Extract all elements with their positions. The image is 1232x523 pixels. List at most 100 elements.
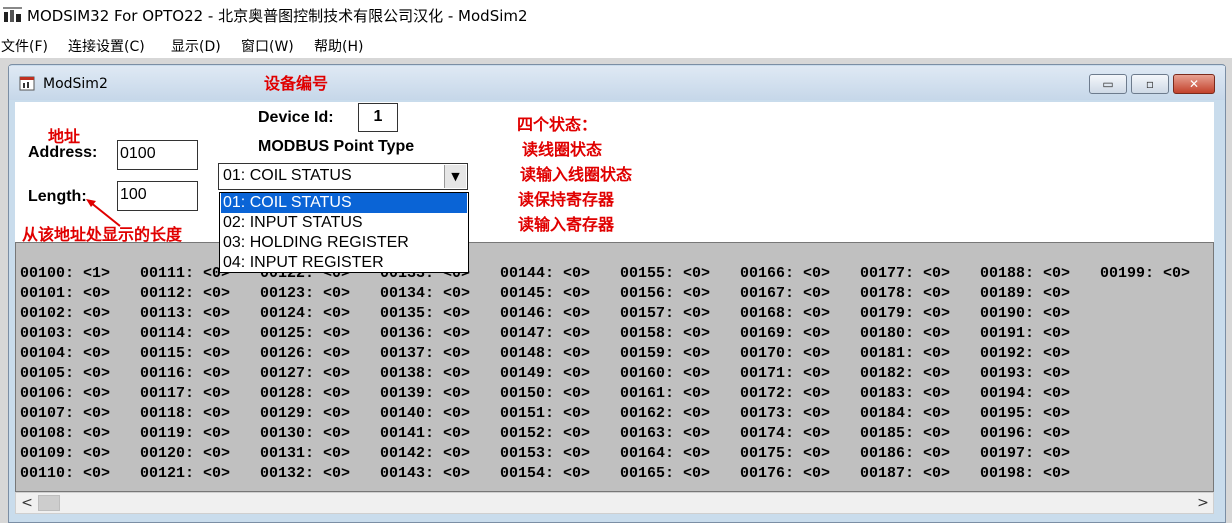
register-cell[interactable]: 00170: <0> bbox=[740, 345, 830, 362]
register-cell[interactable]: 00197: <0> bbox=[980, 445, 1070, 462]
address-field[interactable]: 0100 bbox=[117, 140, 198, 170]
register-cell[interactable]: 00156: <0> bbox=[620, 285, 710, 302]
menu-file[interactable]: 文件(F) bbox=[1, 36, 48, 56]
register-cell[interactable]: 00131: <0> bbox=[260, 445, 350, 462]
register-cell[interactable]: 00171: <0> bbox=[740, 365, 830, 382]
register-cell[interactable]: 00151: <0> bbox=[500, 405, 590, 422]
register-cell[interactable]: 00160: <0> bbox=[620, 365, 710, 382]
register-cell[interactable]: 00188: <0> bbox=[980, 265, 1070, 282]
menu-connection-settings[interactable]: 连接设置(C) bbox=[68, 36, 145, 56]
register-cell[interactable]: 00134: <0> bbox=[380, 285, 470, 302]
register-cell[interactable]: 00193: <0> bbox=[980, 365, 1070, 382]
register-cell[interactable]: 00195: <0> bbox=[980, 405, 1070, 422]
register-cell[interactable]: 00139: <0> bbox=[380, 385, 470, 402]
register-cell[interactable]: 00121: <0> bbox=[140, 465, 230, 482]
register-cell[interactable]: 00181: <0> bbox=[860, 345, 950, 362]
register-cell[interactable]: 00113: <0> bbox=[140, 305, 230, 322]
child-title-bar[interactable] bbox=[9, 66, 1225, 100]
device-id-field[interactable]: 1 bbox=[358, 103, 398, 132]
scrollbar-thumb[interactable] bbox=[38, 495, 60, 511]
register-cell[interactable]: 00126: <0> bbox=[260, 345, 350, 362]
register-cell[interactable]: 00117: <0> bbox=[140, 385, 230, 402]
register-cell[interactable]: 00189: <0> bbox=[980, 285, 1070, 302]
minimize-button[interactable]: ▭ bbox=[1089, 74, 1127, 94]
register-cell[interactable]: 00145: <0> bbox=[500, 285, 590, 302]
register-cell[interactable]: 00172: <0> bbox=[740, 385, 830, 402]
register-cell[interactable]: 00132: <0> bbox=[260, 465, 350, 482]
register-cell[interactable]: 00102: <0> bbox=[20, 305, 110, 322]
register-cell[interactable]: 00194: <0> bbox=[980, 385, 1070, 402]
register-cell[interactable]: 00103: <0> bbox=[20, 325, 110, 342]
register-cell[interactable]: 00129: <0> bbox=[260, 405, 350, 422]
register-cell[interactable]: 00116: <0> bbox=[140, 365, 230, 382]
dropdown-option-coil-status[interactable]: 01: COIL STATUS bbox=[221, 193, 467, 213]
register-cell[interactable]: 00177: <0> bbox=[860, 265, 950, 282]
register-cell[interactable]: 00105: <0> bbox=[20, 365, 110, 382]
register-cell[interactable]: 00159: <0> bbox=[620, 345, 710, 362]
register-cell[interactable]: 00178: <0> bbox=[860, 285, 950, 302]
register-cell[interactable]: 00167: <0> bbox=[740, 285, 830, 302]
register-cell[interactable]: 00146: <0> bbox=[500, 305, 590, 322]
register-cell[interactable]: 00130: <0> bbox=[260, 425, 350, 442]
register-cell[interactable]: 00115: <0> bbox=[140, 345, 230, 362]
register-cell[interactable]: 00150: <0> bbox=[500, 385, 590, 402]
register-cell[interactable]: 00161: <0> bbox=[620, 385, 710, 402]
register-cell[interactable]: 00196: <0> bbox=[980, 425, 1070, 442]
register-cell[interactable]: 00168: <0> bbox=[740, 305, 830, 322]
menu-window[interactable]: 窗口(W) bbox=[241, 36, 294, 56]
register-cell[interactable]: 00165: <0> bbox=[620, 465, 710, 482]
register-cell[interactable]: 00107: <0> bbox=[20, 405, 110, 422]
register-cell[interactable]: 00140: <0> bbox=[380, 405, 470, 422]
register-cell[interactable]: 00173: <0> bbox=[740, 405, 830, 422]
register-cell[interactable]: 00164: <0> bbox=[620, 445, 710, 462]
register-cell[interactable]: 00108: <0> bbox=[20, 425, 110, 442]
horizontal-scrollbar[interactable] bbox=[15, 492, 1214, 514]
scroll-right-icon[interactable]: > bbox=[1194, 494, 1212, 512]
register-cell[interactable]: 00144: <0> bbox=[500, 265, 590, 282]
chevron-down-icon[interactable]: ▼ bbox=[444, 165, 466, 188]
register-cell[interactable]: 00137: <0> bbox=[380, 345, 470, 362]
register-cell[interactable]: 00182: <0> bbox=[860, 365, 950, 382]
register-cell[interactable]: 00155: <0> bbox=[620, 265, 710, 282]
scroll-left-icon[interactable]: < bbox=[18, 494, 36, 512]
register-cell[interactable]: 00124: <0> bbox=[260, 305, 350, 322]
register-cell[interactable]: 00123: <0> bbox=[260, 285, 350, 302]
register-cell[interactable]: 00183: <0> bbox=[860, 385, 950, 402]
register-cell[interactable]: 00128: <0> bbox=[260, 385, 350, 402]
register-cell[interactable]: 00141: <0> bbox=[380, 425, 470, 442]
register-cell[interactable]: 00138: <0> bbox=[380, 365, 470, 382]
register-cell[interactable]: 00136: <0> bbox=[380, 325, 470, 342]
register-cell[interactable]: 00114: <0> bbox=[140, 325, 230, 342]
register-cell[interactable]: 00163: <0> bbox=[620, 425, 710, 442]
register-cell[interactable]: 00148: <0> bbox=[500, 345, 590, 362]
register-cell[interactable]: 00180: <0> bbox=[860, 325, 950, 342]
register-cell[interactable]: 00111: <0> bbox=[140, 265, 230, 282]
close-button[interactable]: ✕ bbox=[1173, 74, 1215, 94]
register-cell[interactable]: 00166: <0> bbox=[740, 265, 830, 282]
register-cell[interactable]: 00157: <0> bbox=[620, 305, 710, 322]
register-cell[interactable]: 00152: <0> bbox=[500, 425, 590, 442]
register-cell[interactable]: 00169: <0> bbox=[740, 325, 830, 342]
dropdown-option-input-status[interactable]: 02: INPUT STATUS bbox=[221, 213, 467, 233]
register-cell[interactable]: 00101: <0> bbox=[20, 285, 110, 302]
register-cell[interactable]: 00184: <0> bbox=[860, 405, 950, 422]
register-cell[interactable]: 00149: <0> bbox=[500, 365, 590, 382]
register-cell[interactable]: 00104: <0> bbox=[20, 345, 110, 362]
register-cell[interactable]: 00192: <0> bbox=[980, 345, 1070, 362]
register-cell[interactable]: 00127: <0> bbox=[260, 365, 350, 382]
register-cell[interactable]: 00187: <0> bbox=[860, 465, 950, 482]
restore-button[interactable]: ▫ bbox=[1131, 74, 1169, 94]
register-cell[interactable]: 00106: <0> bbox=[20, 385, 110, 402]
register-cell[interactable]: 00191: <0> bbox=[980, 325, 1070, 342]
register-cell[interactable]: 00186: <0> bbox=[860, 445, 950, 462]
length-field[interactable]: 100 bbox=[117, 181, 198, 211]
register-cell[interactable]: 00110: <0> bbox=[20, 465, 110, 482]
register-cell[interactable]: 00109: <0> bbox=[20, 445, 110, 462]
register-cell[interactable]: 00135: <0> bbox=[380, 305, 470, 322]
register-cell[interactable]: 00142: <0> bbox=[380, 445, 470, 462]
register-cell[interactable]: 00162: <0> bbox=[620, 405, 710, 422]
dropdown-option-holding-register[interactable]: 03: HOLDING REGISTER bbox=[221, 233, 467, 253]
register-cell[interactable]: 00119: <0> bbox=[140, 425, 230, 442]
register-cell[interactable]: 00112: <0> bbox=[140, 285, 230, 302]
register-cell[interactable]: 00190: <0> bbox=[980, 305, 1070, 322]
